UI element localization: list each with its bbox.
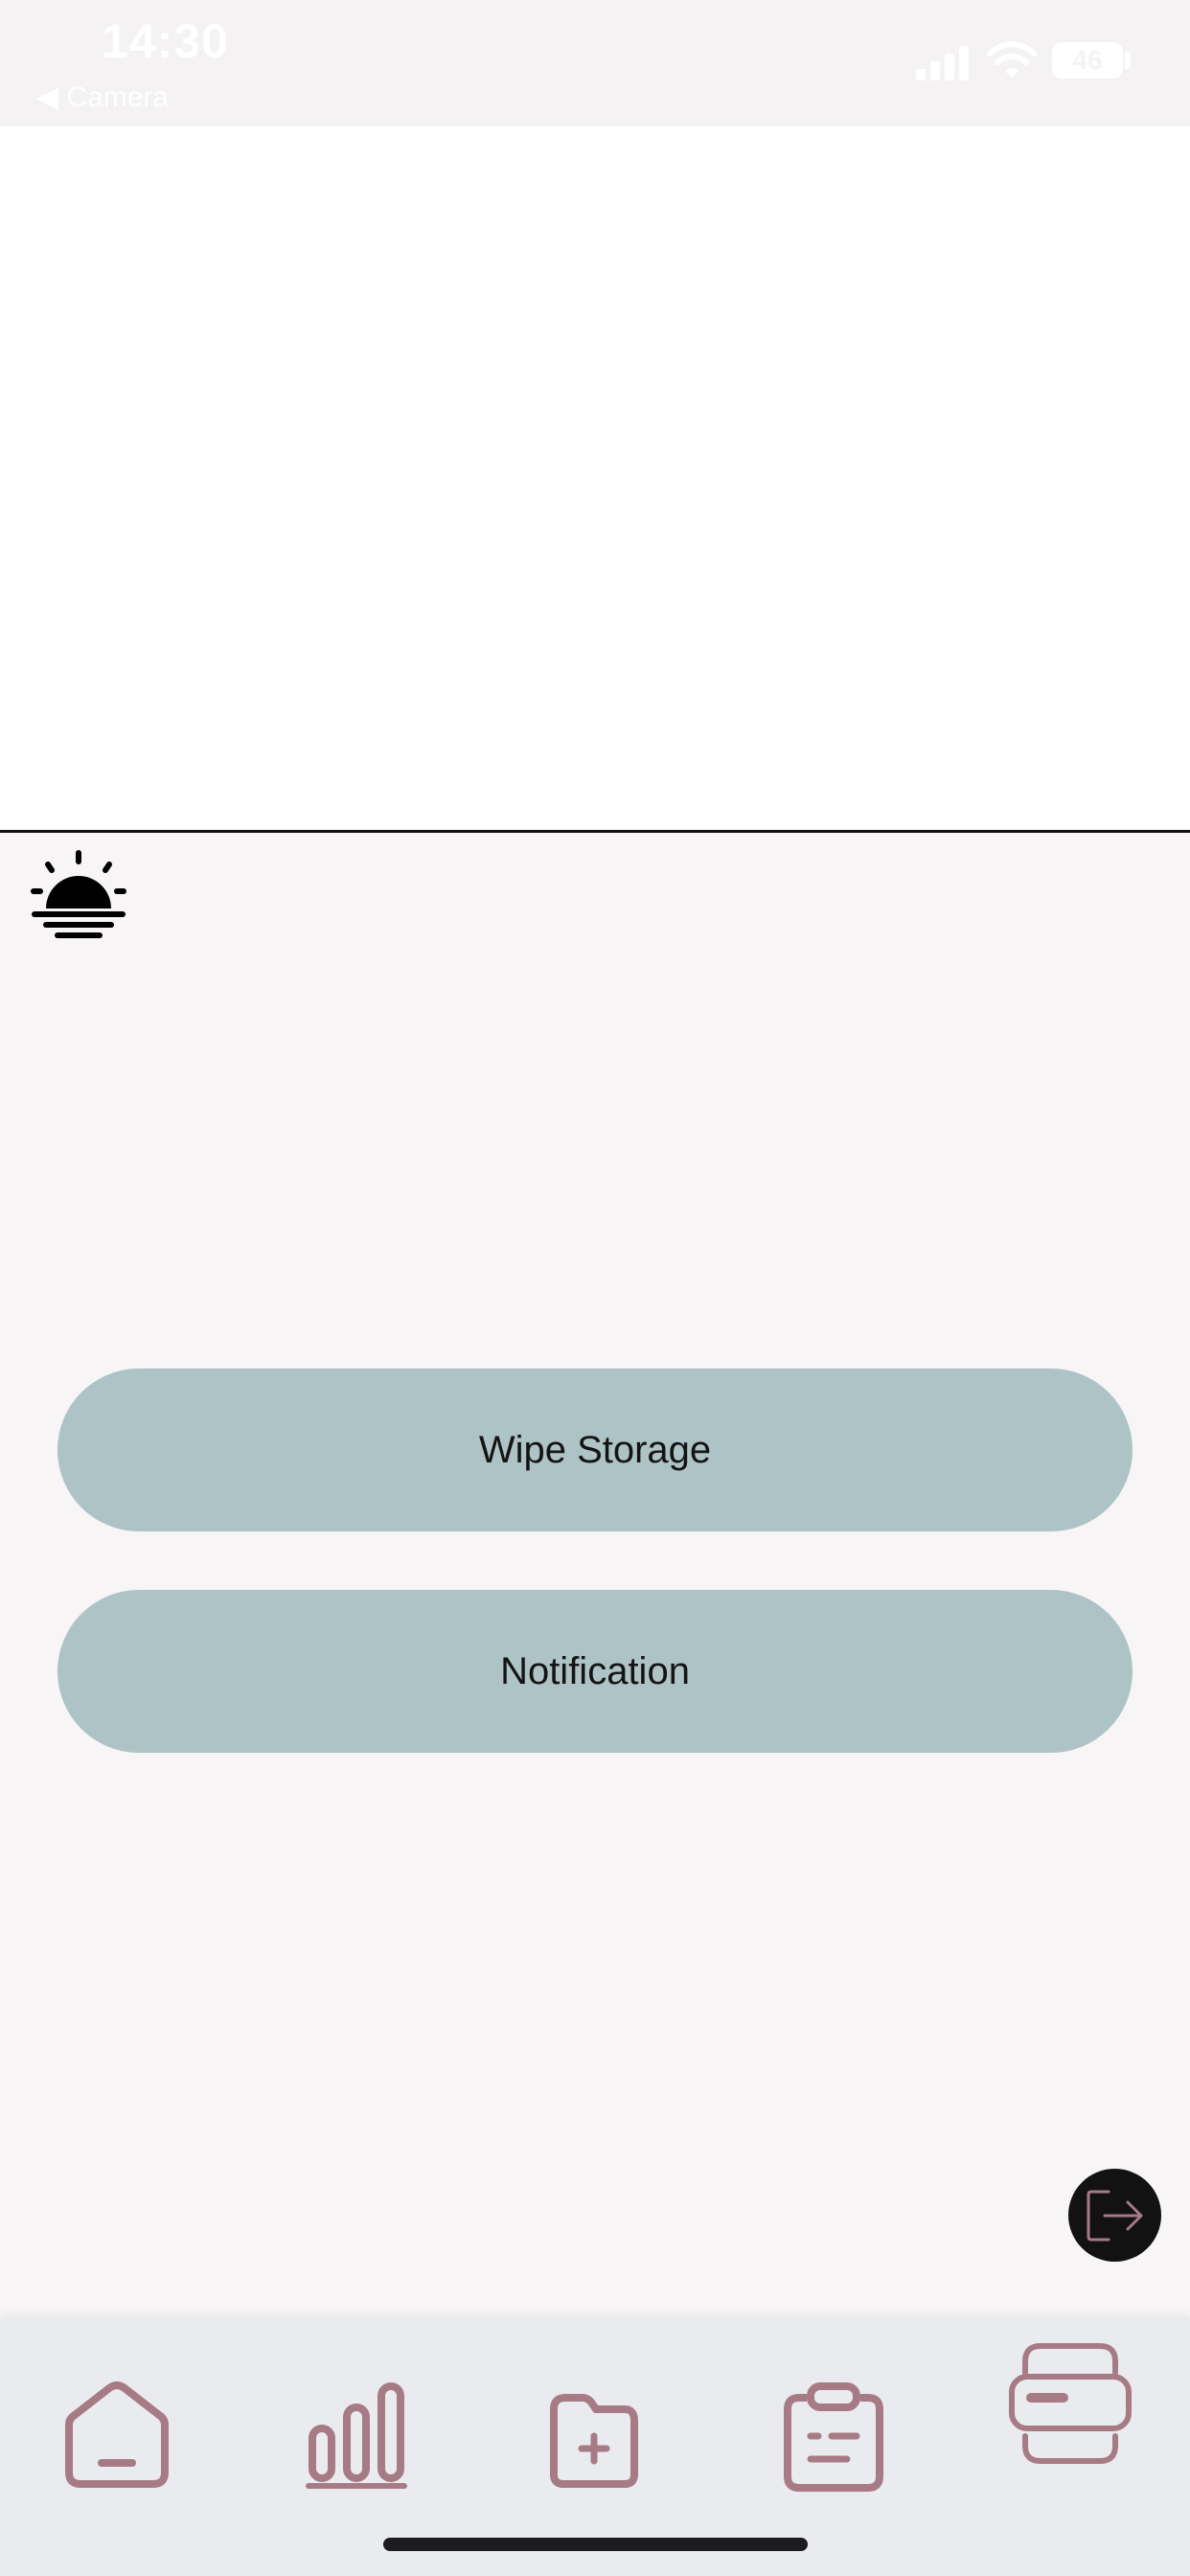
- status-time: 14:30: [102, 14, 229, 68]
- cellular-signal-icon: [916, 46, 969, 80]
- clipboard-icon[interactable]: [782, 2380, 885, 2492]
- content-area: [0, 126, 1190, 830]
- battery-cap: [1125, 52, 1131, 69]
- logout-button[interactable]: [1068, 2169, 1161, 2262]
- bar-chart-icon[interactable]: [305, 2380, 408, 2492]
- status-bar: 14:30 ◀ Camera 46: [0, 0, 1190, 126]
- sunset-icon[interactable]: [29, 849, 128, 949]
- back-to-camera-link[interactable]: ◀ Camera: [36, 80, 169, 114]
- wipe-storage-button[interactable]: Wipe Storage: [57, 1368, 1133, 1531]
- battery-icon: 46: [1052, 42, 1123, 79]
- notification-button[interactable]: Notification: [57, 1590, 1133, 1753]
- wifi-icon: [987, 41, 1037, 78]
- card-icon[interactable]: [1006, 2338, 1134, 2469]
- home-icon[interactable]: [61, 2380, 172, 2492]
- folder-plus-icon[interactable]: [548, 2390, 640, 2490]
- logout-icon: [1087, 2190, 1143, 2242]
- divider: [0, 830, 1190, 833]
- home-indicator: [383, 2538, 808, 2551]
